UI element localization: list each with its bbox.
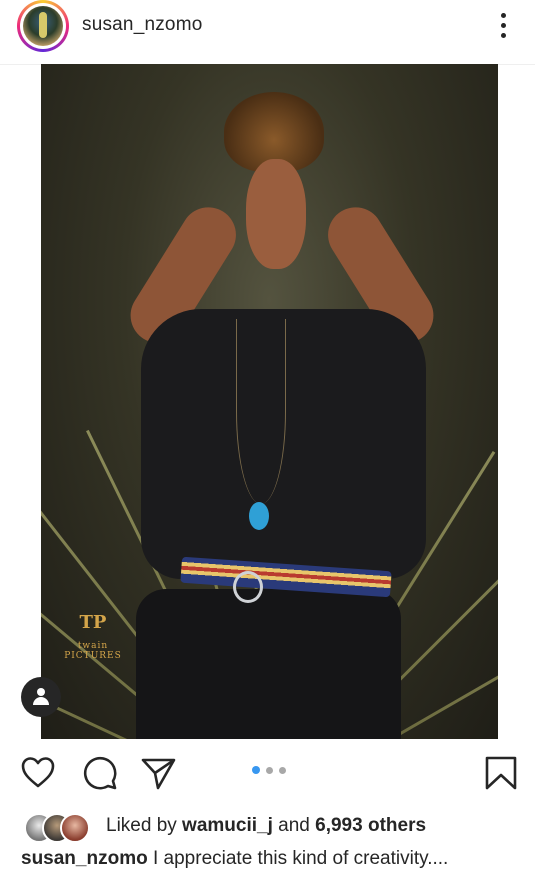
post-username[interactable]: susan_nzomo (82, 14, 203, 36)
carousel-dot (279, 767, 286, 774)
save-button[interactable] (483, 755, 519, 791)
more-options-button[interactable] (490, 10, 518, 42)
avatar (23, 6, 63, 46)
necklace (236, 319, 286, 504)
comment-button[interactable] (82, 755, 118, 791)
share-button[interactable] (140, 755, 176, 791)
comment-icon (83, 756, 117, 790)
post-header: susan_nzomo (0, 0, 535, 65)
liker-username[interactable]: wamucii_j (182, 815, 273, 836)
heart-icon (21, 757, 55, 788)
bookmark-icon (485, 756, 517, 790)
watermark-text: twain PICTURES (64, 641, 122, 661)
likes-count[interactable]: 6,993 others (315, 815, 426, 836)
person-face (246, 159, 306, 269)
caption-username[interactable]: susan_nzomo (21, 848, 148, 869)
post-caption: susan_nzomo I appreciate this kind of cr… (21, 848, 448, 870)
pendant (249, 502, 269, 530)
carousel-dot (266, 767, 273, 774)
tagged-users-button[interactable] (21, 677, 61, 717)
belt-buckle (233, 571, 263, 603)
post-photo[interactable]: TP twain PICTURES (41, 64, 498, 739)
likes-text: Liked by wamucii_j and 6,993 others (106, 815, 427, 836)
likes-row[interactable]: Liked by wamucii_j and 6,993 others (24, 808, 524, 844)
caption-text: I appreciate this kind of creativity.... (147, 848, 449, 869)
more-vertical-icon (501, 13, 506, 18)
carousel-indicator (252, 766, 292, 776)
story-ring-avatar[interactable] (17, 0, 69, 52)
carousel-dot-active (252, 766, 260, 774)
watermark-logo: TP (79, 612, 107, 633)
like-button[interactable] (20, 755, 56, 791)
person-icon (37, 688, 45, 696)
person-pants (136, 589, 401, 739)
watermark: TP twain PICTURES (53, 612, 133, 667)
send-icon (141, 758, 176, 790)
liker-avatar (60, 813, 90, 843)
